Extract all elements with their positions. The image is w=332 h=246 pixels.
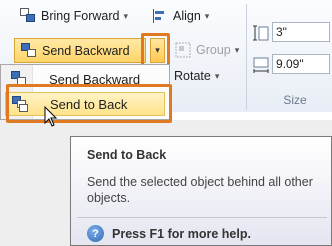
send-to-back-tooltip: Send to Back Send the selected object be…: [70, 136, 332, 246]
callout-highlight-box: [141, 33, 170, 68]
mouse-pointer-icon: [44, 106, 58, 127]
align-button[interactable]: Align ▾: [152, 6, 209, 26]
help-icon: ?: [87, 225, 104, 242]
shape-height-input[interactable]: 3": [272, 22, 330, 42]
chevron-down-icon[interactable]: ▾: [215, 71, 220, 82]
tooltip-help-row: ? Press F1 for more help.: [87, 225, 251, 242]
bring-forward-icon: [20, 8, 36, 24]
send-backward-icon: [21, 42, 37, 59]
bring-forward-button[interactable]: Bring Forward ▾: [20, 6, 128, 26]
chevron-down-icon[interactable]: ▾: [124, 11, 129, 22]
callout-highlight-box: [6, 84, 172, 123]
send-backward-button[interactable]: Send Backward: [14, 38, 146, 63]
tooltip-title: Send to Back: [87, 148, 167, 162]
chevron-down-icon: ▾: [234, 44, 240, 55]
tooltip-help-text: Press F1 for more help.: [112, 226, 251, 241]
chevron-down-icon[interactable]: ▾: [205, 11, 210, 22]
shape-width-input[interactable]: 9.09": [272, 54, 330, 74]
group-icon: [175, 42, 191, 58]
group-label: Group: [196, 43, 231, 57]
shape-height-icon: [252, 24, 270, 42]
align-label: Align: [173, 9, 201, 23]
group-separator: [246, 4, 247, 110]
shape-width-icon: [252, 56, 270, 74]
size-group-label: Size: [283, 93, 307, 107]
tooltip-divider: [77, 217, 327, 218]
group-button[interactable]: Group ▾: [175, 40, 239, 60]
send-backward-label: Send Backward: [42, 43, 130, 58]
rotate-button[interactable]: Rotate ▾: [174, 66, 219, 86]
rotate-label: Rotate: [174, 69, 211, 83]
align-icon: [152, 8, 168, 24]
bring-forward-label: Bring Forward: [41, 9, 120, 23]
tooltip-description: Send the selected object behind all othe…: [87, 175, 313, 205]
